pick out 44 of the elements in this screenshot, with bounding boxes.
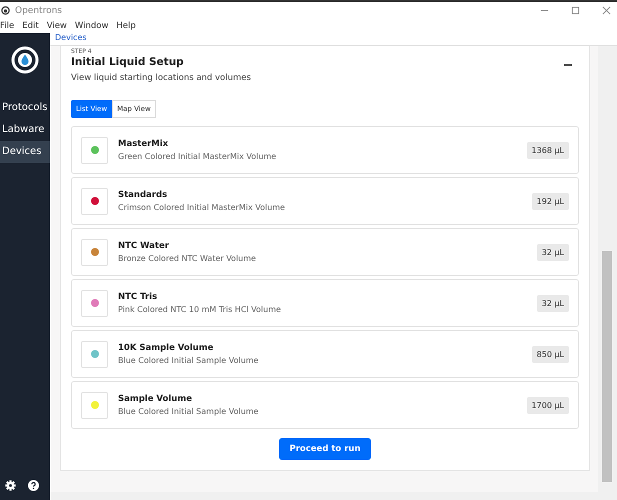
liquid-description: Bronze Colored NTC Water Volume [118,254,257,263]
liquid-name: Sample Volume [118,394,193,404]
volume-badge: 32 µL [536,244,569,260]
liquid-name: 10K Sample Volume [118,343,214,353]
help-icon[interactable] [27,479,40,492]
volume-badge: 192 µL [532,192,569,210]
volume-badge: 32 µL [536,294,569,312]
volume-badge: 1700 µL [526,396,569,414]
sidebar-item[interactable]: Labware [0,119,50,141]
sidebar-item[interactable]: Protocols [0,97,50,119]
liquid-card[interactable]: Standards Crimson Colored Initial MasterMix Volume 192 µL [71,177,579,225]
liquid-description: Green Colored Initial MasterMix Volume [118,152,278,161]
logo-icon [10,45,40,75]
liquid-description: Pink Colored NTC 10 mM Tris HCl Volume [118,305,282,314]
volume-badge: 1368 µL [526,142,569,158]
liquid-name: Standards [118,190,168,200]
liquid-name: NTC Water [118,241,170,251]
liquid-card[interactable]: 10K Sample Volume Blue Colored Initial Sample Volume 850 µL [71,330,579,378]
volume-badge: 850 µL [532,346,569,362]
menu-item[interactable]: Edit [22,21,39,31]
liquid-card[interactable]: NTC Water Bronze Colored NTC Water Volume 32 µL [71,228,579,276]
menu-item[interactable]: View [46,21,67,31]
menu-item[interactable]: File [0,21,14,31]
menu-item[interactable]: Help [116,21,136,31]
close-icon[interactable] [602,6,611,15]
liquid-card[interactable]: Sample Volume Blue Colored Initial Sample Volume 1700 µL [71,381,579,429]
liquid-description: Crimson Colored Initial MasterMix Volume [118,203,286,212]
step-title: Initial Liquid Setup [71,56,185,68]
window-title: Opentrons [15,6,62,16]
breadcrumb-link[interactable]: Devices [55,33,87,42]
sidebar-item[interactable]: Devices [0,141,50,163]
menu-item[interactable]: Window [74,21,108,31]
liquid-description: Blue Colored Initial Sample Volume [118,356,260,365]
vertical-scrollbar[interactable] [598,46,617,492]
proceed-button[interactable]: Proceed to run [279,438,371,460]
horizontal-scrollbar[interactable] [50,492,617,500]
settings-icon[interactable] [4,479,17,492]
liquid-description: Blue Colored Initial Sample Volume [118,407,260,416]
step-description: View liquid starting locations and volumes [71,73,251,83]
liquid-name: MasterMix [118,139,170,149]
liquid-card[interactable]: MasterMix Green Colored Initial MasterMix Volume 1368 µL [71,126,579,174]
liquid-card[interactable]: NTC Tris Pink Colored NTC 10 mM Tris HCl Volume 32 µL [71,279,579,327]
maximize-icon[interactable] [571,6,580,15]
liquid-name: NTC Tris [118,292,158,302]
